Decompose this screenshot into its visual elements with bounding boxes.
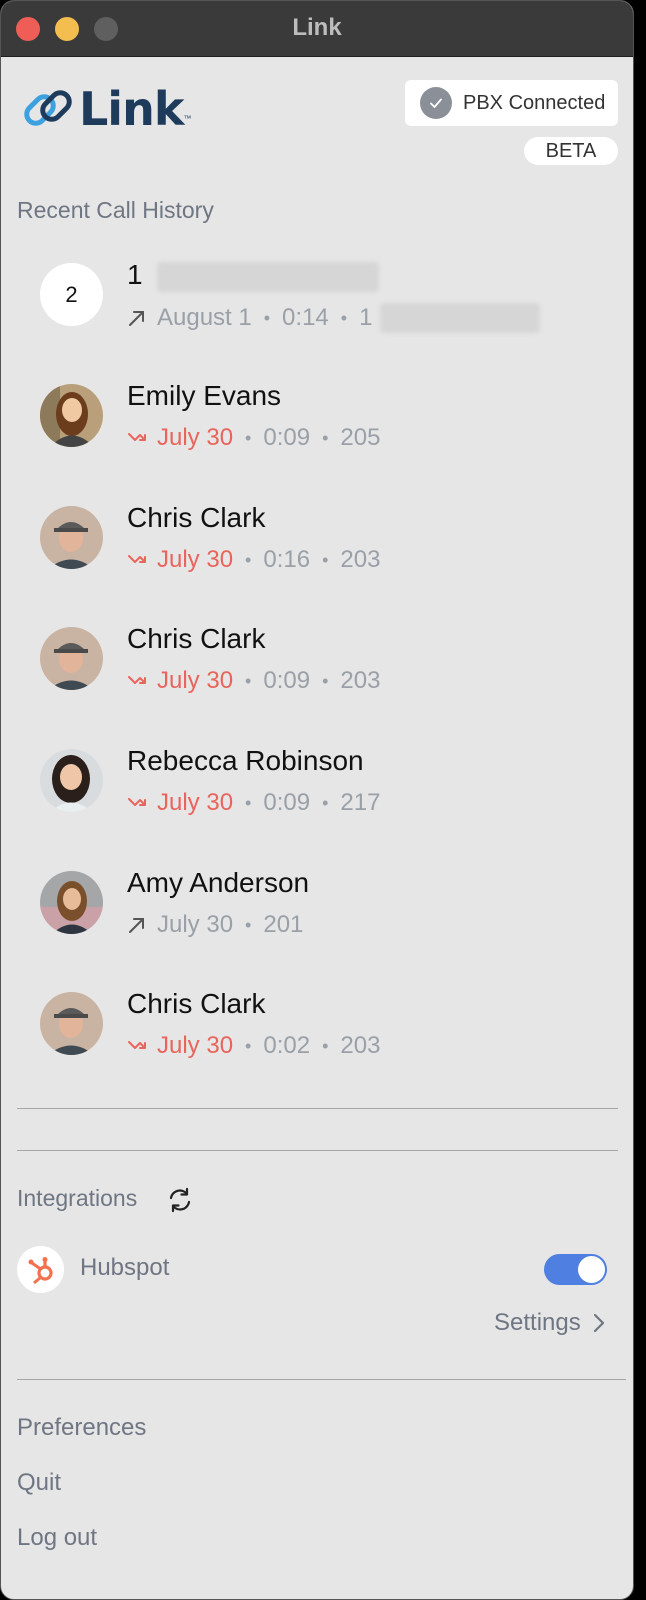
call-meta: July 30 • 0:09 • 203 bbox=[127, 667, 380, 695]
call-count-badge: 2 bbox=[40, 263, 103, 326]
call-history-title: Recent Call History bbox=[17, 197, 214, 223]
quit-menu-item[interactable]: Quit bbox=[17, 1469, 61, 1497]
beta-badge: BETA bbox=[524, 137, 618, 165]
caller-name: Chris Clark bbox=[127, 623, 266, 654]
call-duration: 0:14 bbox=[282, 304, 329, 331]
call-meta: July 30 • 201 bbox=[127, 911, 303, 939]
hubspot-settings-link[interactable]: Settings bbox=[494, 1309, 605, 1337]
call-duration: 0:02 bbox=[263, 1032, 311, 1059]
call-date: July 30 bbox=[157, 546, 234, 573]
pbx-status-label: PBX Connected bbox=[463, 91, 606, 114]
caller-name: Chris Clark bbox=[127, 988, 266, 1019]
call-extension: 203 bbox=[340, 667, 381, 694]
call-meta: August 1 • 0:14 • 1 bbox=[127, 303, 541, 333]
call-duration: 0:09 bbox=[263, 424, 311, 451]
call-date: July 30 bbox=[157, 911, 234, 938]
missed-call-icon bbox=[128, 798, 146, 806]
missed-call-icon bbox=[128, 433, 146, 441]
call-date: July 30 bbox=[157, 1032, 234, 1059]
call-extension: 203 bbox=[340, 546, 381, 573]
call-duration: 0:09 bbox=[263, 667, 311, 694]
integrations-title: Integrations bbox=[17, 1185, 138, 1211]
link-chain-icon bbox=[24, 90, 72, 126]
avatar bbox=[40, 871, 103, 934]
caller-name: 1 bbox=[127, 259, 379, 292]
outgoing-call-icon bbox=[129, 918, 144, 933]
call-history-item[interactable]: Emily Evans July 30 • 0:09 • 205 bbox=[1, 380, 633, 494]
call-duration: 0:09 bbox=[263, 789, 311, 816]
call-meta: July 30 • 0:02 • 203 bbox=[127, 1032, 380, 1060]
call-date: August 1 bbox=[157, 304, 252, 331]
call-history-item[interactable]: Rebecca Robinson July 30 • 0:09 • 217 bbox=[1, 745, 633, 859]
logout-menu-item[interactable]: Log out bbox=[17, 1524, 97, 1552]
call-history-item[interactable]: 2 1 August 1 • 0:14 • 1 bbox=[1, 259, 633, 373]
settings-label: Settings bbox=[494, 1309, 581, 1336]
avatar bbox=[40, 749, 103, 812]
preferences-menu-item[interactable]: Preferences bbox=[17, 1414, 146, 1442]
call-extension: 203 bbox=[340, 1032, 381, 1059]
call-duration: 0:16 bbox=[263, 546, 311, 573]
missed-call-icon bbox=[128, 676, 146, 684]
caller-name: Amy Anderson bbox=[127, 867, 310, 898]
title-bar: Link bbox=[1, 1, 633, 57]
app-window: Link Link ™ PBX Connected BETA Recent Ca… bbox=[0, 0, 634, 1600]
call-meta: July 30 • 0:16 • 203 bbox=[127, 546, 380, 574]
chevron-right-icon bbox=[593, 1313, 604, 1333]
hubspot-toggle[interactable] bbox=[544, 1254, 607, 1285]
call-extension: 217 bbox=[340, 789, 381, 816]
avatar bbox=[40, 384, 103, 447]
redacted-number bbox=[156, 261, 379, 292]
logo-trademark: ™ bbox=[183, 114, 192, 123]
missed-call-icon bbox=[128, 1041, 146, 1049]
window-title: Link bbox=[292, 14, 342, 41]
call-extension: 205 bbox=[340, 424, 381, 451]
avatar bbox=[40, 506, 103, 569]
app-logo: Link ™ bbox=[23, 82, 192, 136]
redacted-extension bbox=[380, 303, 541, 333]
integration-name: Hubspot bbox=[80, 1254, 170, 1281]
check-icon bbox=[420, 87, 452, 119]
avatar bbox=[40, 992, 103, 1055]
missed-call-icon bbox=[128, 555, 146, 563]
call-history-item[interactable]: Amy Anderson July 30 • 201 bbox=[1, 867, 633, 981]
divider bbox=[17, 1150, 618, 1151]
call-history-item[interactable]: Chris Clark July 30 • 0:02 • 203 bbox=[1, 988, 633, 1102]
caller-name: Emily Evans bbox=[127, 380, 282, 411]
caller-name: Chris Clark bbox=[127, 502, 266, 533]
call-extension: 1 bbox=[359, 304, 373, 331]
logo-text: Link bbox=[79, 82, 184, 136]
call-history-item[interactable]: Chris Clark July 30 • 0:09 • 203 bbox=[1, 623, 633, 737]
hubspot-icon bbox=[17, 1246, 64, 1293]
call-extension: 201 bbox=[263, 911, 304, 938]
avatar bbox=[40, 627, 103, 690]
call-history-item[interactable]: Chris Clark July 30 • 0:16 • 203 bbox=[1, 502, 633, 616]
call-date: July 30 bbox=[157, 667, 234, 694]
caller-name: Rebecca Robinson bbox=[127, 745, 364, 776]
pbx-status-badge: PBX Connected bbox=[405, 80, 618, 126]
toggle-knob bbox=[578, 1256, 605, 1283]
call-meta: July 30 • 0:09 • 205 bbox=[127, 424, 380, 452]
divider bbox=[17, 1108, 618, 1109]
outgoing-call-icon bbox=[129, 311, 144, 326]
sync-icon[interactable] bbox=[166, 1186, 194, 1214]
divider bbox=[17, 1379, 626, 1380]
call-date: July 30 bbox=[157, 424, 234, 451]
call-meta: July 30 • 0:09 • 217 bbox=[127, 789, 380, 817]
call-date: July 30 bbox=[157, 789, 234, 816]
